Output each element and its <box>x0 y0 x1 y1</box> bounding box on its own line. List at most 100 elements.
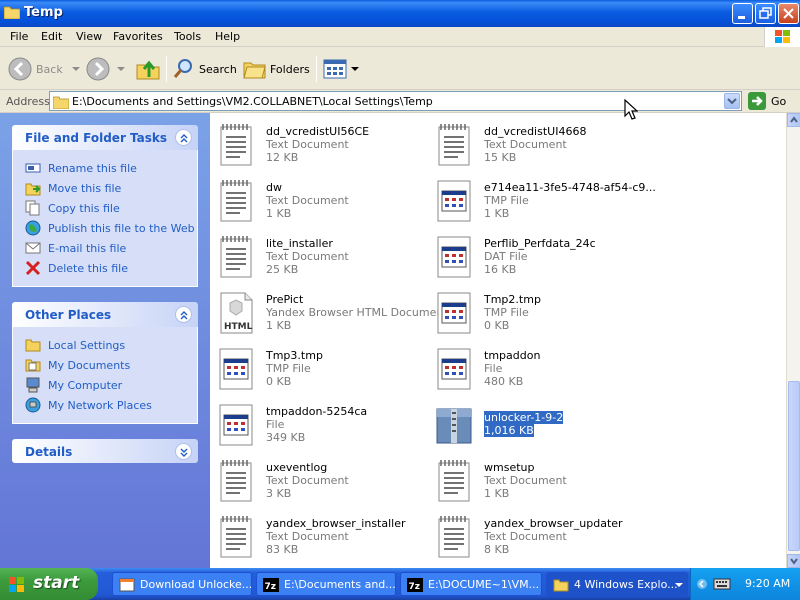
file-size: 0 KB <box>266 375 292 388</box>
close-button[interactable] <box>778 3 799 24</box>
text-document-icon <box>438 460 470 502</box>
file-item[interactable]: unlocker-1-9-2 1,016 KB <box>436 397 646 449</box>
panel-header[interactable]: Other Places <box>12 302 198 327</box>
scroll-down-button[interactable] <box>787 554 800 568</box>
restore-icon <box>759 7 772 19</box>
7zip-icon: 7z <box>407 578 423 592</box>
task-rename[interactable]: Rename this file <box>25 158 197 178</box>
place-my-computer[interactable]: My Computer <box>25 375 197 395</box>
file-item[interactable]: yandex_browser_updater Text Document 8 KB <box>436 509 646 561</box>
address-dropdown-button[interactable] <box>724 93 740 109</box>
folders-button[interactable]: Folders <box>243 56 310 82</box>
file-type: Text Document <box>266 138 349 151</box>
taskbar-button-explorer-group[interactable]: 4 Windows Explo... <box>546 572 688 596</box>
chevron-left-icon[interactable] <box>697 579 707 589</box>
views-button[interactable] <box>323 56 360 82</box>
place-local-settings[interactable]: Local Settings <box>25 335 197 355</box>
my-computer-icon <box>26 377 40 393</box>
file-list[interactable]: dd_vcredistUI56CE Text Document 12 KB dd_vc… <box>210 113 786 568</box>
vertical-scrollbar[interactable] <box>786 113 800 568</box>
keyboard-icon[interactable] <box>713 577 731 591</box>
menu-view[interactable]: View <box>76 30 102 43</box>
file-name: Perflib_Perfdata_24c <box>484 237 596 250</box>
file-type: File <box>266 418 285 431</box>
chevron-down-icon <box>71 67 80 71</box>
place-my-documents[interactable]: My Documents <box>25 355 197 375</box>
task-move[interactable]: Move this file <box>25 178 197 198</box>
menu-file[interactable]: File <box>10 30 28 43</box>
file-item[interactable]: dd_vcredistUI4668 Text Document 15 KB <box>436 117 646 169</box>
generic-file-icon <box>219 348 253 390</box>
task-delete[interactable]: Delete this file <box>25 258 197 278</box>
task-email[interactable]: E-mail this file <box>25 238 197 258</box>
address-input[interactable]: E:\Documents and Settings\VM2.COLLABNET\… <box>49 91 742 111</box>
file-item[interactable]: HTML PrePict Yandex Browser HTML Document 1… <box>218 285 448 337</box>
file-item[interactable]: Tmp3.tmp TMP File 0 KB <box>218 341 428 393</box>
minimize-button[interactable] <box>732 3 753 24</box>
file-name: Tmp2.tmp <box>484 293 541 306</box>
views-icon <box>323 59 347 79</box>
folders-label: Folders <box>270 62 310 76</box>
delete-x-icon <box>25 260 41 276</box>
chevron-down-icon <box>727 98 737 105</box>
clock[interactable]: 9:20 AM <box>745 577 790 590</box>
collapse-chevron-icon[interactable] <box>175 129 192 146</box>
scroll-thumb[interactable] <box>788 381 800 551</box>
place-label: My Network Places <box>48 398 152 412</box>
search-label: Search <box>199 62 237 76</box>
file-name: tmpaddon-5254ca <box>266 405 368 418</box>
title-bar[interactable]: Temp <box>0 0 800 27</box>
file-item[interactable]: Perflib_Perfdata_24c DAT File 16 KB <box>436 229 646 281</box>
file-item[interactable]: tmpaddon-5254ca File 349 KB <box>218 397 428 449</box>
back-button[interactable]: Back <box>8 56 81 82</box>
up-folder-button[interactable] <box>135 56 161 82</box>
windows-logo-icon <box>764 27 800 47</box>
start-button[interactable]: start <box>0 568 98 600</box>
taskbar-button-7zip-2[interactable]: 7z E:\DOCUME~1\VM... <box>400 572 542 596</box>
menu-tools[interactable]: Tools <box>174 30 201 43</box>
task-copy[interactable]: Copy this file <box>25 198 197 218</box>
taskbar-label: E:\DOCUME~1\VM... <box>428 578 540 591</box>
file-item[interactable]: yandex_browser_installer Text Document 83 … <box>218 509 428 561</box>
search-button[interactable]: Search <box>172 56 237 82</box>
taskbar-button-7zip-1[interactable]: 7z E:\Documents and... <box>256 572 396 596</box>
file-item[interactable]: wmsetup Text Document 1 KB <box>436 453 646 505</box>
expand-chevron-icon[interactable] <box>175 443 192 460</box>
file-item[interactable]: tmpaddon File 480 KB <box>436 341 646 393</box>
file-item[interactable]: uxeventlog Text Document 3 KB <box>218 453 428 505</box>
scroll-up-button[interactable] <box>787 113 800 127</box>
file-item[interactable]: dd_vcredistUI56CE Text Document 12 KB <box>218 117 428 169</box>
menu-edit[interactable]: Edit <box>41 30 62 43</box>
file-item[interactable]: dw Text Document 1 KB <box>218 173 428 225</box>
address-path: E:\Documents and Settings\VM2.COLLABNET\… <box>72 95 433 108</box>
file-type: TMP File <box>484 306 529 319</box>
file-type: Text Document <box>266 250 349 263</box>
panel-header[interactable]: File and Folder Tasks <box>12 125 198 150</box>
file-name: PrePict <box>266 293 304 306</box>
collapse-chevron-icon[interactable] <box>175 306 192 323</box>
taskbar-button-download[interactable]: Download Unlocke... <box>112 572 252 596</box>
chevron-down-icon <box>790 558 798 565</box>
panel-header[interactable]: Details <box>12 439 198 463</box>
task-label: Copy this file <box>48 201 120 215</box>
generic-file-icon <box>437 236 471 278</box>
forward-button[interactable] <box>86 56 126 82</box>
menu-bar: File Edit View Favorites Tools Help <box>0 27 800 47</box>
file-item[interactable]: e714ea11-3fe5-4748-af54-c9... TMP File 1 K… <box>436 173 656 225</box>
file-name: unlocker-1-9-2 <box>484 411 564 424</box>
menu-favorites[interactable]: Favorites <box>113 30 163 43</box>
task-publish[interactable]: Publish this file to the Web <box>25 218 197 238</box>
svg-text:HTML: HTML <box>224 322 253 332</box>
file-size: 12 KB <box>266 151 299 164</box>
system-tray: 9:20 AM <box>690 568 800 600</box>
menu-help[interactable]: Help <box>215 30 240 43</box>
go-button[interactable]: Go <box>748 92 786 110</box>
file-type: Text Document <box>484 138 567 151</box>
taskbar-label: Download Unlocke... <box>140 578 253 591</box>
place-my-network-places[interactable]: My Network Places <box>25 395 197 415</box>
place-label: My Computer <box>48 378 123 392</box>
file-item[interactable]: lite_installer Text Document 25 KB <box>218 229 428 281</box>
file-item[interactable]: Tmp2.tmp TMP File 0 KB <box>436 285 646 337</box>
maximize-button[interactable] <box>755 3 776 24</box>
chevron-down-icon <box>117 67 125 71</box>
